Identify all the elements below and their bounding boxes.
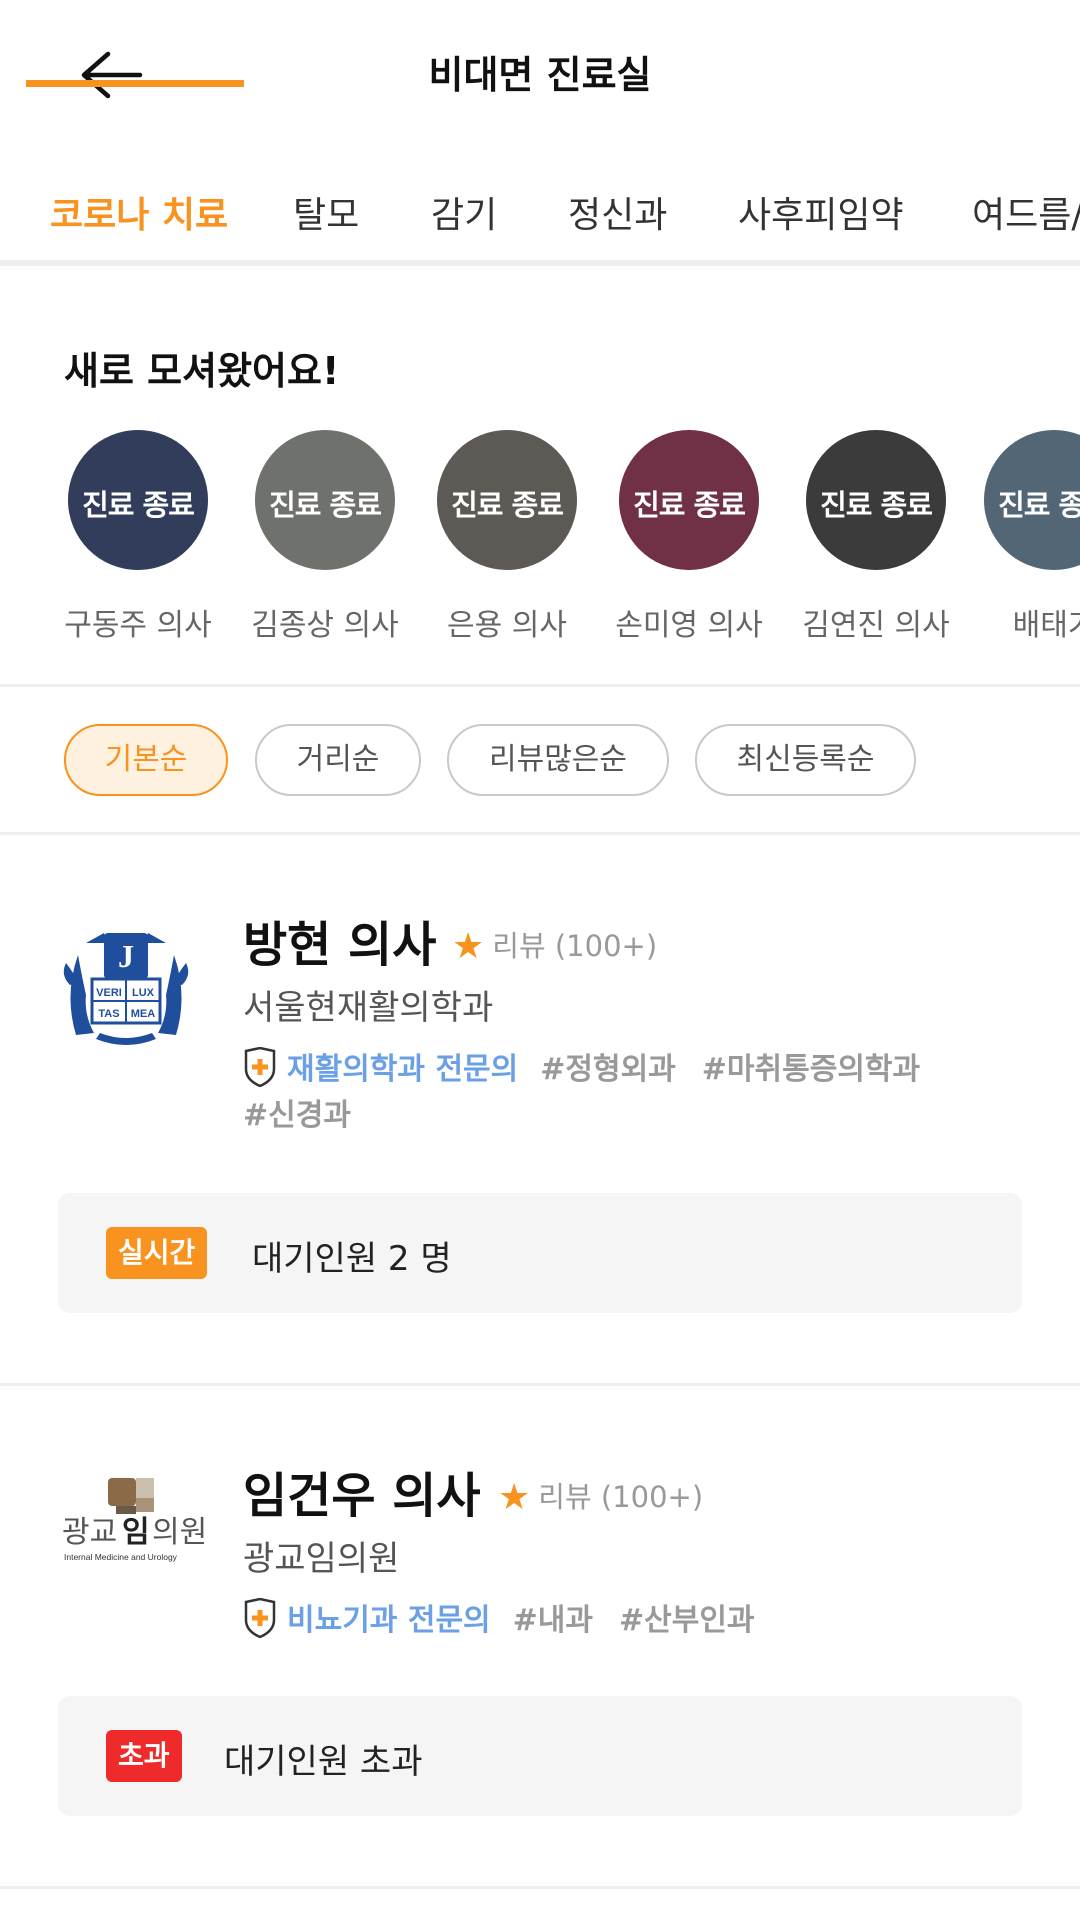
status-ended: 진료 종료 [451, 488, 564, 522]
section-divider [0, 684, 1080, 687]
clinic-name: 광교임의원 [243, 1539, 400, 1579]
new-doctor-card[interactable]: 진료 종료 김종상 의사 [230, 428, 420, 644]
status-ended: 진료 종료 [998, 488, 1080, 522]
tag-list: 비뇨기과 전문의 #내과 #산부인과 [243, 1598, 963, 1644]
doctor-name: 구동주 의사 [64, 608, 212, 643]
doctor-name: 은용 의사 [447, 608, 567, 643]
doctor-name: 김종상 의사 [251, 608, 399, 643]
sort-options: 기본순 거리순 리뷰많은순 최신등록순 [0, 724, 1080, 796]
page-title: 비대면 진료실 [428, 53, 652, 97]
new-doctor-card[interactable]: 진료 종료 손미영 의사 [594, 428, 784, 644]
realtime-badge: 실시간 [106, 1227, 208, 1279]
status-ended: 진료 종료 [820, 488, 933, 522]
specialist-shield-icon [244, 1047, 276, 1087]
avatar: 진료 종료 [437, 430, 577, 570]
category-tabs: 코로나 치료 탈모 감기 정신과 사후피임약 여드름/ [0, 176, 1080, 266]
tab-hair-loss[interactable]: 탈모 [293, 186, 359, 238]
logo-text: 의원 [152, 1515, 206, 1550]
tag: #산부인과 [619, 1603, 755, 1638]
new-doctors-carousel: 진료 종료 구동주 의사 진료 종료 김종상 의사 진료 종료 은용 의사 진료… [0, 428, 1080, 658]
avatar: 진료 종료 [984, 430, 1080, 570]
tag-list: 재활의학과 전문의 #정형외과 #마취통증의학과 #신경과 [243, 1047, 963, 1139]
doctor-card[interactable]: VERI LUX TAS MEA J 방현 의사 ★ 리뷰 (100+) 서울현재… [0, 835, 1080, 1383]
rating: ★ 리뷰 (100+) [498, 1474, 703, 1518]
sort-reviews-chip[interactable]: 리뷰많은순 [447, 724, 669, 796]
clinic-logo: 광교 임 의원 Internal Medicine and Urology [62, 1478, 206, 1562]
wait-status-box: 초과 대기인원 초과 [58, 1696, 1022, 1816]
tab-morning-after-pill[interactable]: 사후피임약 [738, 186, 904, 238]
star-icon: ★ [498, 1477, 531, 1518]
logo-text: 임 [122, 1515, 150, 1550]
sort-distance-chip[interactable]: 거리순 [255, 724, 421, 796]
logo-text: 광교 [62, 1515, 117, 1550]
star-icon: ★ [452, 926, 485, 967]
tag: #정형외과 [540, 1052, 676, 1087]
specialist-shield-icon [244, 1598, 276, 1638]
doctor-name: 김연진 의사 [802, 608, 950, 643]
new-doctor-card[interactable]: 진료 종료 배태기 [959, 428, 1080, 644]
wait-count-text: 대기인원 초과 [224, 1742, 423, 1782]
wait-count-text: 대기인원 2 명 [252, 1239, 452, 1279]
review-count: 리뷰 (100+) [538, 1480, 704, 1514]
app-header: 비대면 진료실 [0, 0, 1080, 140]
new-doctors-title: 새로 모셔왔어요! [64, 349, 340, 393]
status-ended: 진료 종료 [269, 488, 382, 522]
logo-subtext: Internal Medicine and Urology [64, 1552, 178, 1562]
tag: #신경과 [243, 1098, 351, 1133]
doctor-name: 배태기 [1012, 608, 1080, 643]
tab-acne[interactable]: 여드름/ [972, 186, 1080, 238]
clinic-name: 서울현재활의학과 [243, 988, 494, 1028]
status-ended: 진료 종료 [633, 488, 746, 522]
tab-psychiatry[interactable]: 정신과 [568, 186, 667, 238]
svg-text:J: J [118, 938, 134, 974]
emblem-text: LUX [132, 987, 155, 999]
doctor-name: 손미영 의사 [615, 608, 763, 643]
specialty-label: 비뇨기과 전문의 [287, 1603, 491, 1638]
emblem-text: VERI [96, 987, 122, 999]
sort-default-chip[interactable]: 기본순 [64, 724, 228, 796]
university-emblem-logo: VERI LUX TAS MEA J [63, 933, 189, 1045]
exceeded-badge: 초과 [106, 1730, 182, 1782]
tabs-divider [0, 260, 1080, 266]
new-doctor-card[interactable]: 진료 종료 은용 의사 [412, 428, 602, 644]
avatar: 진료 종료 [806, 430, 946, 570]
sort-newest-chip[interactable]: 최신등록순 [695, 724, 916, 796]
new-doctor-card[interactable]: 진료 종료 김연진 의사 [781, 428, 971, 644]
avatar: 진료 종료 [619, 430, 759, 570]
emblem-text: TAS [98, 1008, 119, 1020]
rating: ★ 리뷰 (100+) [452, 923, 657, 967]
wait-status-box: 실시간 대기인원 2 명 [58, 1193, 1022, 1313]
doctor-name: 임건우 의사 [243, 1468, 481, 1524]
specialty-label: 재활의학과 전문의 [287, 1052, 519, 1087]
review-count: 리뷰 (100+) [492, 929, 658, 963]
tag: #내과 [512, 1603, 593, 1638]
doctor-card[interactable]: 광교 임 의원 Internal Medicine and Urology 임건… [0, 1386, 1080, 1886]
avatar: 진료 종료 [255, 430, 395, 570]
emblem-text: MEA [131, 1008, 156, 1020]
section-divider [0, 1886, 1080, 1889]
tab-corona[interactable]: 코로나 치료 [50, 186, 228, 238]
avatar: 진료 종료 [68, 430, 208, 570]
tab-cold[interactable]: 감기 [431, 186, 497, 238]
tag: #마취통증의학과 [701, 1052, 921, 1087]
status-ended: 진료 종료 [82, 488, 195, 522]
new-doctor-card[interactable]: 진료 종료 구동주 의사 [43, 428, 233, 644]
doctor-name: 방현 의사 [243, 917, 437, 973]
active-tab-indicator [26, 80, 244, 87]
